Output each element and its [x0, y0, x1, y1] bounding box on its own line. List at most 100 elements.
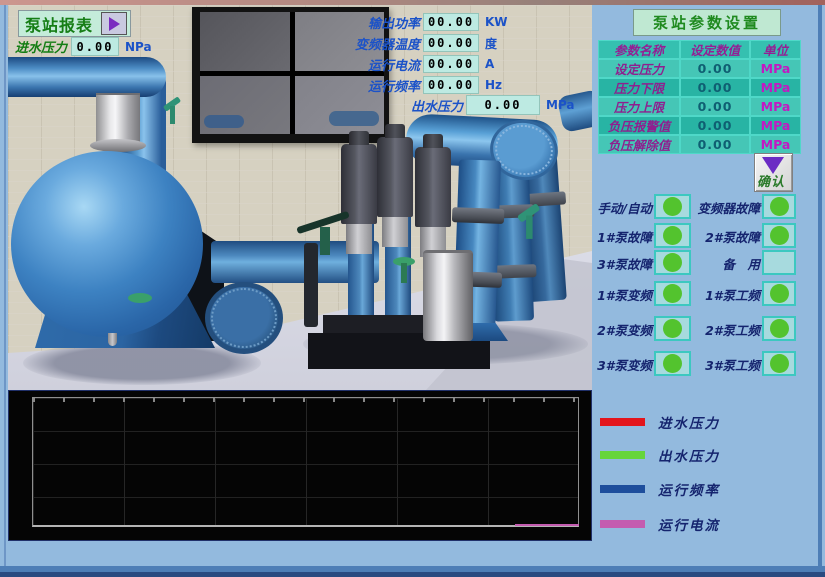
- lamp-pump1-mains: [762, 281, 796, 306]
- legend-swatch-running-frequency: [600, 485, 645, 493]
- param-unit: MPa: [751, 98, 800, 115]
- settings-panel-title: 泵站参数设置: [633, 9, 781, 36]
- param-name: 负压报警值: [599, 117, 679, 134]
- param-name: 设定压力: [599, 60, 679, 77]
- report-button[interactable]: 泵站报表: [18, 10, 131, 37]
- status-label-pump3-vfd: 3#泵变频: [590, 355, 652, 374]
- lamp-inverter-fault: [762, 194, 796, 219]
- legend-swatch-inlet-pressure: [600, 418, 645, 426]
- tank-top-flange: [90, 139, 146, 152]
- outlet-pressure-label: 出水压力: [408, 96, 463, 115]
- legend-label-outlet-pressure: 出水压力: [658, 445, 720, 465]
- legend-swatch-outlet-pressure: [600, 451, 645, 459]
- inlet-pressure-unit: NPa: [125, 40, 152, 54]
- running-frequency-unit: Hz: [485, 78, 502, 92]
- report-button-label: 泵站报表: [25, 12, 93, 36]
- param-unit: MPa: [751, 60, 800, 77]
- report-open-button[interactable]: [101, 12, 127, 35]
- pressure-tank: [11, 151, 203, 337]
- status-label-pump1-vfd: 1#泵变频: [590, 285, 652, 304]
- running-current-unit: A: [485, 57, 494, 71]
- running-frequency-readout: 运行频率 00.00 Hz: [308, 76, 502, 94]
- param-name: 负压解除值: [599, 136, 679, 153]
- pump-chrome-body: [423, 250, 473, 341]
- running-current-label: 运行电流: [308, 55, 420, 74]
- manifold-end-flange: [205, 282, 283, 354]
- status-label-pump1-fault: 1#泵故障: [590, 227, 652, 246]
- legend-label-running-current: 运行电流: [658, 514, 720, 534]
- window-reflection: [329, 111, 379, 126]
- col-header-name: 参数名称: [599, 41, 679, 58]
- param-unit: MPa: [751, 136, 800, 153]
- tank-drain-fitting: [108, 333, 117, 346]
- running-current-value: 00.00: [423, 55, 479, 73]
- pump-motor-3: [415, 147, 451, 227]
- inverter-temp-unit: 度: [485, 35, 497, 52]
- trend-plot-area: [32, 397, 579, 527]
- running-frequency-label: 运行频率: [308, 76, 420, 95]
- pump-room-3d-scene: 泵站报表 进水压力 0.00 NPa 输出功率 00.00 KW 变频器温度 0…: [8, 5, 592, 390]
- param-value-input[interactable]: 0.00: [681, 98, 749, 115]
- green-valve-wheel: [128, 293, 152, 303]
- settings-table: 参数名称 设定数值 单位 设定压力 0.00 MPa 压力下限 0.00 MPa…: [598, 40, 801, 154]
- output-power-label: 输出功率: [308, 13, 420, 32]
- param-value-input[interactable]: 0.00: [681, 117, 749, 134]
- trend-chart: [8, 390, 592, 541]
- inverter-temp-readout: 变频器温度 00.00 度: [308, 34, 497, 52]
- status-label-spare: 备 用: [686, 254, 760, 273]
- x-axis-ticks: [33, 398, 578, 402]
- status-label-pump2-vfd: 2#泵变频: [590, 320, 652, 339]
- lamp-spare: [762, 250, 796, 275]
- param-value-input[interactable]: 0.00: [681, 60, 749, 77]
- legend-label-running-frequency: 运行频率: [658, 479, 720, 499]
- tank-top-vent-cylinder: [96, 93, 140, 145]
- status-label-pump1-mains: 1#泵工频: [686, 285, 760, 304]
- inverter-temp-label: 变频器温度: [308, 34, 420, 53]
- status-label-pump3-mains: 3#泵工频: [686, 355, 760, 374]
- play-triangle-icon: [109, 17, 120, 31]
- status-label-pump3-fault: 3#泵故障: [590, 254, 652, 273]
- param-name: 压力下限: [599, 79, 679, 96]
- running-current-trace: [515, 524, 579, 526]
- confirm-button[interactable]: 确认: [754, 153, 793, 192]
- pipe-coupling: [304, 243, 318, 327]
- frame-right-edge: [818, 5, 822, 566]
- running-frequency-value: 00.00: [423, 76, 479, 94]
- param-name: 压力上限: [599, 98, 679, 115]
- lamp-pump3-mains: [762, 351, 796, 376]
- inlet-pressure-readout: 进水压力 0.00 NPa: [15, 37, 152, 56]
- frame-left-edge: [4, 5, 6, 566]
- green-valve: [393, 257, 415, 266]
- legend-label-inlet-pressure: 进水压力: [658, 412, 720, 432]
- outlet-pressure-value: 0.00: [466, 95, 540, 115]
- frame-bottom-outer-edge: [0, 572, 825, 577]
- lamp-pump2-mains: [762, 316, 796, 341]
- inverter-temp-value: 00.00: [423, 34, 479, 52]
- lamp-pump2-fault: [762, 223, 796, 248]
- running-current-readout: 运行电流 00.00 A: [308, 55, 494, 73]
- status-label-manual-auto: 手动/自动: [590, 198, 652, 217]
- param-value-input[interactable]: 0.00: [681, 136, 749, 153]
- col-header-unit: 单位: [751, 41, 800, 58]
- param-unit: MPa: [751, 79, 800, 96]
- inlet-header-pipe: [8, 57, 166, 97]
- param-value-input[interactable]: 0.00: [681, 79, 749, 96]
- output-power-unit: KW: [485, 15, 508, 29]
- butterfly-valve-stem: [320, 227, 330, 255]
- hmi-pump-station-screen: 泵站报表 进水压力 0.00 NPa 输出功率 00.00 KW 变频器温度 0…: [0, 0, 825, 577]
- output-power-readout: 输出功率 00.00 KW: [308, 13, 508, 31]
- outlet-pressure-readout: 出水压力 0.00 MPa: [408, 96, 575, 114]
- param-unit: MPa: [751, 117, 800, 134]
- status-label-pump2-fault: 2#泵故障: [686, 227, 760, 246]
- status-label-pump2-mains: 2#泵工频: [686, 320, 760, 339]
- status-label-inverter-fault: 变频器故障: [686, 198, 760, 217]
- output-power-value: 00.00: [423, 13, 479, 31]
- inlet-pressure-label: 进水压力: [15, 37, 71, 56]
- confirm-button-label: 确认: [757, 171, 785, 190]
- legend-swatch-running-current: [600, 520, 645, 528]
- outlet-pressure-unit: MPa: [546, 98, 575, 112]
- pipe-flange-ring: [452, 207, 504, 224]
- inlet-pressure-value: 0.00: [71, 37, 119, 56]
- col-header-value: 设定数值: [681, 41, 749, 58]
- pump-motor-2: [377, 137, 413, 217]
